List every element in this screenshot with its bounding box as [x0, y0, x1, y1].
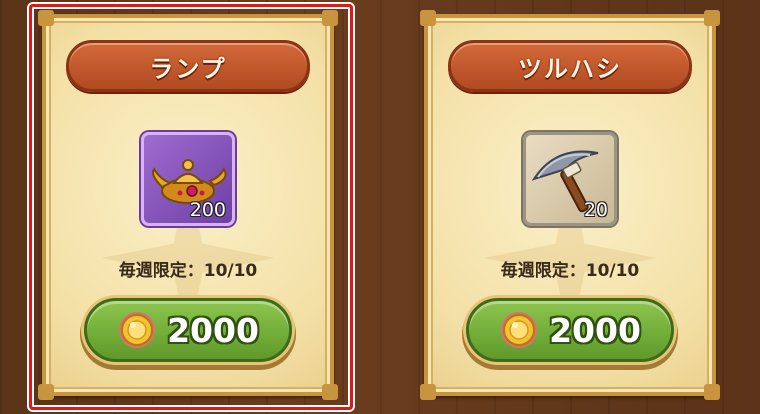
item-icon-frame[interactable]: 20 — [523, 132, 617, 226]
item-quantity: 200 — [189, 199, 226, 221]
item-name: ツルハシ — [518, 54, 622, 83]
weekly-limit-label: 毎週限定：10/10 — [118, 261, 258, 281]
item-name: ランプ — [149, 54, 227, 83]
item-title-banner: ランプ — [66, 40, 310, 92]
price-value: 2000 — [549, 310, 641, 350]
price-value: 2000 — [167, 310, 259, 350]
frame-corner — [322, 10, 338, 26]
shop-item-card-lamp[interactable]: ランプ 200 毎週限定：10/10 2000 — [38, 10, 338, 400]
frame-corner — [704, 10, 720, 26]
frame-corner — [420, 10, 436, 26]
buy-button[interactable]: 2000 — [84, 298, 292, 362]
item-icon-frame[interactable]: 200 — [141, 132, 235, 226]
frame-corner — [38, 384, 54, 400]
gold-coin-icon — [501, 312, 538, 348]
item-quantity: 20 — [583, 199, 608, 221]
weekly-limit-label: 毎週限定：10/10 — [500, 261, 640, 281]
item-title-banner: ツルハシ — [448, 40, 692, 92]
gold-coin-icon — [119, 312, 156, 348]
buy-button[interactable]: 2000 — [466, 298, 674, 362]
shop-item-card-pickaxe[interactable]: ツルハシ 20 毎週限定：10/10 2000 — [420, 10, 720, 400]
frame-corner — [38, 10, 54, 26]
frame-corner — [704, 384, 720, 400]
frame-corner — [322, 384, 338, 400]
frame-corner — [420, 384, 436, 400]
